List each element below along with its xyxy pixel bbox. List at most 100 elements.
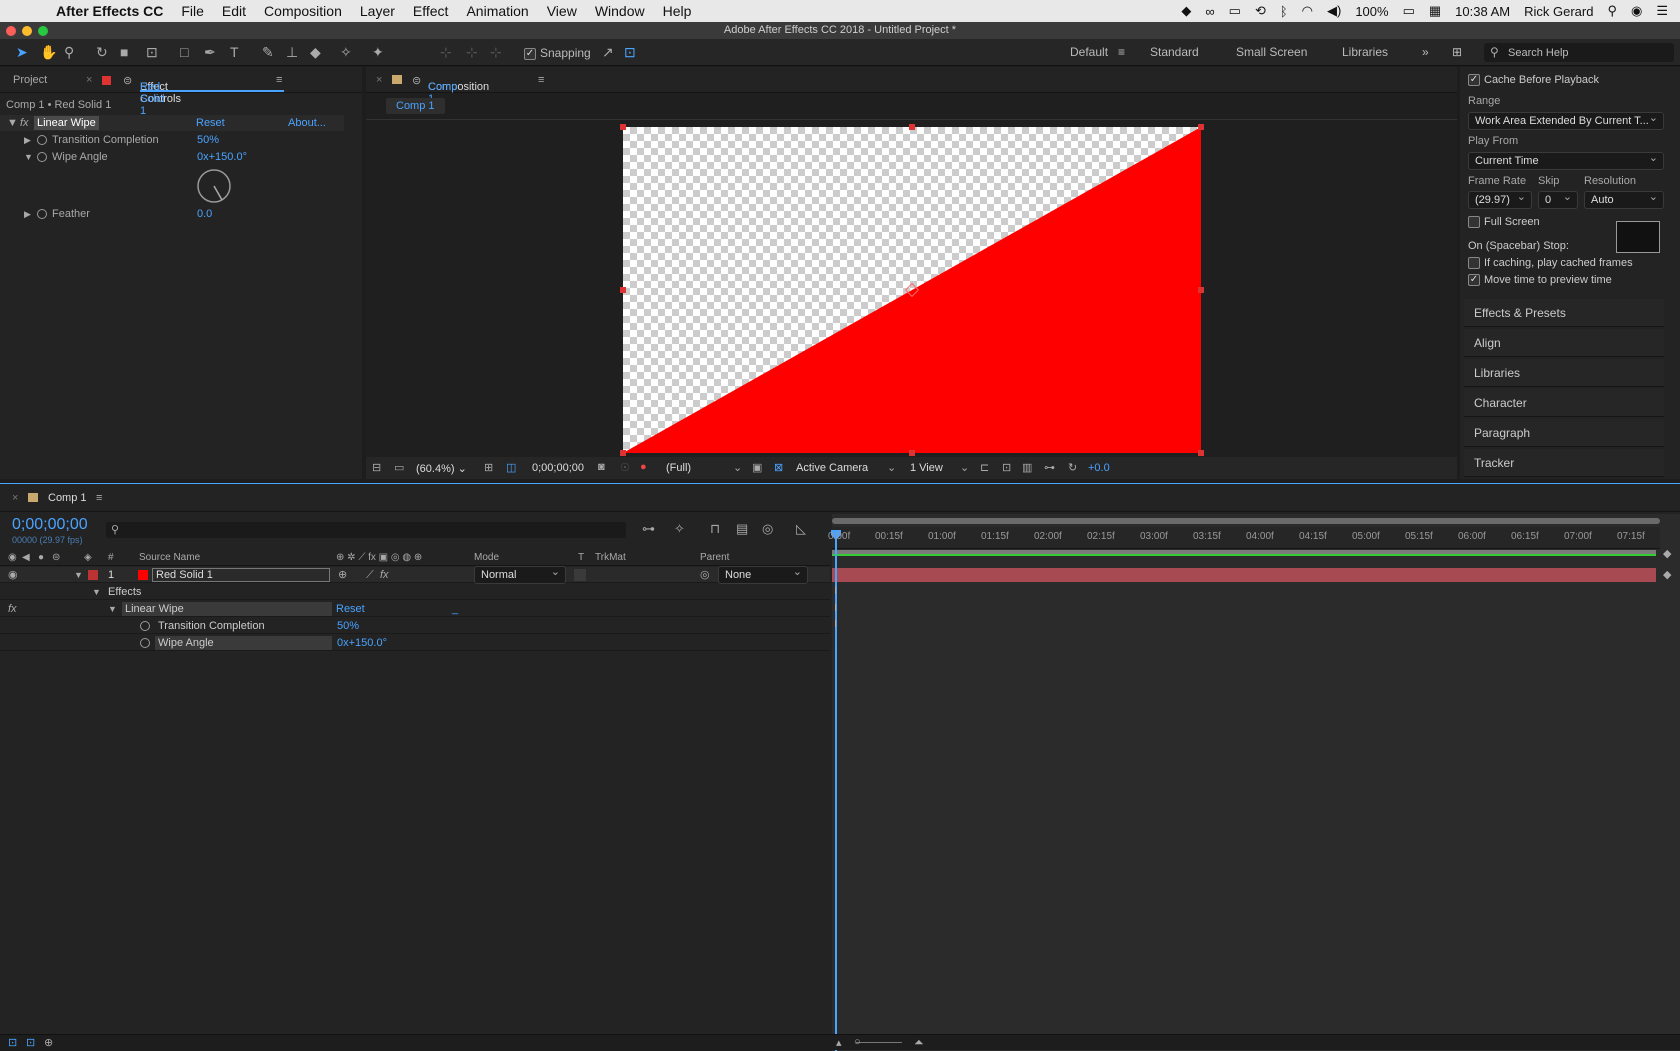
panel-paragraph[interactable]: Paragraph (1464, 419, 1664, 447)
effect-options-underline[interactable]: _ (452, 601, 458, 617)
tab-timeline-comp[interactable]: Comp 1 (48, 492, 87, 504)
resolution-dropdown[interactable]: (Full) (666, 462, 691, 474)
keyframe-navigator-icon[interactable]: I (834, 602, 837, 614)
fx-icon[interactable]: fx (8, 601, 17, 617)
menu-help[interactable]: Help (663, 3, 692, 19)
siri-icon[interactable]: ◉ (1631, 3, 1642, 19)
column-source-name[interactable]: Source Name (139, 550, 200, 566)
grid-guides-icon[interactable]: ⊞ (484, 461, 493, 474)
panel-tracker[interactable]: Tracker (1464, 449, 1664, 477)
time-navigator[interactable] (832, 518, 1660, 524)
always-preview-icon[interactable]: ⊟ (372, 461, 381, 474)
angle-dial[interactable] (196, 168, 232, 204)
audio-toggle-header-icon[interactable]: ◀ (22, 550, 30, 566)
eraser-tool-icon[interactable]: ◆ (310, 44, 321, 61)
color-channel-icon[interactable]: ● (640, 461, 647, 473)
panel-menu-icon[interactable]: ≡ (96, 492, 102, 504)
label-color-swatch[interactable] (88, 570, 98, 580)
roto-brush-tool-icon[interactable]: ✧ (340, 44, 352, 61)
clone-stamp-tool-icon[interactable]: ⊥ (286, 44, 298, 61)
zoom-window-button[interactable] (38, 26, 48, 36)
column-t[interactable]: T (578, 550, 584, 566)
camera-dropdown[interactable]: Active Camera (796, 462, 868, 474)
views-chevron-icon[interactable]: ⌄ (960, 461, 969, 474)
expand-triangle-icon[interactable]: ▼ (24, 149, 33, 165)
layer-mode-dropdown[interactable]: Normal (474, 564, 566, 584)
parent-dropdown[interactable]: None (718, 564, 808, 584)
clock-time[interactable]: 10:38 AM (1455, 4, 1510, 19)
layer-handle-br[interactable] (1198, 450, 1204, 456)
lock-icon[interactable]: ⊜ (412, 74, 421, 87)
timeline-prop-wipe-angle[interactable]: Wipe Angle 0x+150.0° (0, 635, 830, 651)
skip-dropdown[interactable]: 0 (1538, 189, 1578, 209)
effect-row-linear-wipe[interactable]: ▼ fx Linear Wipe Reset About... (0, 115, 344, 131)
more-workspaces-icon[interactable]: » (1422, 45, 1429, 59)
snapping-checkbox[interactable]: ✓ Snapping (524, 46, 591, 60)
expand-triangle-icon[interactable]: ▼ (7, 115, 18, 131)
composition-mini-flowchart-icon[interactable]: ⊶ (642, 521, 655, 537)
panel-align[interactable]: Align (1464, 329, 1664, 357)
type-tool-icon[interactable]: T (230, 44, 239, 60)
timeline-current-time[interactable]: 0;00;00;00 (12, 516, 88, 534)
user-name[interactable]: Rick Gerard (1524, 4, 1593, 19)
zoom-in-icon[interactable]: ⏶ (914, 1035, 924, 1050)
frame-rate-dropdown[interactable]: (29.97) (1468, 189, 1532, 209)
timeline-prop-value[interactable]: 0x+150.0° (337, 635, 387, 651)
fast-previews-icon[interactable]: ⊡ (1002, 461, 1011, 474)
monitor-icon[interactable]: ▭ (394, 461, 404, 474)
puppet-pin-tool-icon[interactable]: ✦ (372, 44, 384, 61)
effect-switch-icon[interactable]: fx (380, 567, 389, 583)
motion-blur-icon[interactable]: ◎ (762, 521, 773, 537)
draft-3d-icon[interactable]: ✧ (674, 521, 685, 537)
workspace-small-screen[interactable]: Small Screen (1236, 45, 1307, 59)
workspace-default[interactable]: Default (1070, 45, 1108, 59)
column-parent[interactable]: Parent (700, 550, 729, 566)
full-screen-checkbox[interactable]: Full Screen (1468, 214, 1540, 230)
layer-handle-tl[interactable] (620, 124, 626, 130)
local-axis-icon[interactable]: ⊹ (440, 44, 452, 61)
resolution-chevron-icon[interactable]: ⌄ (733, 461, 742, 474)
wifi-icon[interactable]: ◠ (1302, 3, 1313, 19)
lock-header-icon[interactable]: ⊜ (52, 550, 60, 566)
snapping-option-icon[interactable]: ↗ (602, 44, 614, 61)
stop-preview-thumbnail[interactable] (1616, 221, 1660, 253)
menu-effect[interactable]: Effect (413, 3, 449, 19)
timeline-prop-transition-completion[interactable]: Transition Completion 50% (0, 618, 830, 634)
keyframe-navigator-icon[interactable]: I (834, 635, 837, 647)
search-help-placeholder[interactable]: Search Help (1508, 47, 1569, 59)
stopwatch-icon[interactable] (37, 135, 47, 145)
menu-layer[interactable]: Layer (360, 3, 395, 19)
stopwatch-icon[interactable] (37, 152, 47, 162)
effect-reset-link[interactable]: Reset (196, 115, 225, 131)
menu-view[interactable]: View (547, 3, 577, 19)
workspace-menu-icon[interactable]: ≡ (1118, 45, 1125, 59)
brush-tool-icon[interactable]: ✎ (262, 44, 274, 61)
layer-duration-bar[interactable] (832, 568, 1656, 582)
switches-header-icons[interactable]: ⊕ ✲ ⟋ fx ▣ ◎ ◍ ⊕ (336, 550, 422, 566)
view-axis-icon[interactable]: ⊹ (490, 44, 502, 61)
resolution-dropdown-preview[interactable]: Auto (1584, 189, 1664, 209)
mask-visibility-icon[interactable]: ◫ (506, 461, 516, 474)
shy-layers-icon[interactable]: ⊓ (710, 521, 720, 537)
menu-window[interactable]: Window (595, 3, 645, 19)
dropbox-icon[interactable]: ◆ (1181, 3, 1191, 19)
panel-menu-icon[interactable]: ≡ (538, 74, 544, 86)
stopwatch-icon[interactable] (140, 621, 150, 631)
panel-libraries[interactable]: Libraries (1464, 359, 1664, 387)
close-tab-icon[interactable]: × (376, 74, 382, 86)
sync-settings-icon[interactable]: ⊞ (1452, 45, 1462, 59)
timeline-prop-value[interactable]: 50% (337, 618, 359, 634)
timeline-icon[interactable]: ▥ (1022, 461, 1032, 474)
prop-value[interactable]: 50% (197, 132, 219, 148)
viewer-timecode[interactable]: 0;00;00;00 (532, 462, 584, 474)
layer-handle-t[interactable] (909, 124, 915, 130)
prop-value[interactable]: 0x+150.0° (197, 149, 247, 165)
menu-app[interactable]: After Effects CC (56, 3, 163, 19)
time-machine-icon[interactable]: ⟲ (1255, 3, 1266, 19)
workspace-libraries[interactable]: Libraries (1342, 45, 1388, 59)
play-from-dropdown[interactable]: Current Time (1468, 150, 1664, 170)
effects-group-row[interactable]: ▼ Effects (0, 584, 830, 600)
solo-header-icon[interactable]: ● (38, 550, 44, 566)
transparency-grid-icon[interactable]: ⊠ (774, 461, 783, 474)
region-of-interest-icon[interactable]: ▣ (752, 461, 762, 474)
